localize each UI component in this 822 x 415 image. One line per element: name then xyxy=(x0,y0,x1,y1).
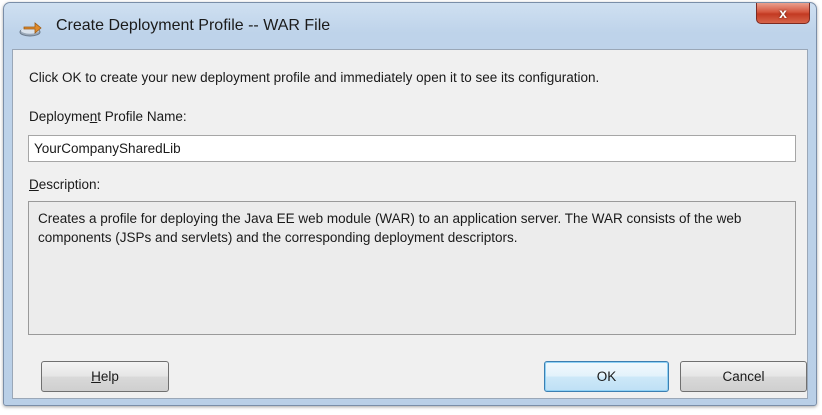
intro-text: Click OK to create your new deployment p… xyxy=(29,70,600,85)
profile-name-label: Deployment Profile Name: xyxy=(29,109,187,124)
description-text: Creates a profile for deploying the Java… xyxy=(28,201,796,335)
title-bar[interactable]: Create Deployment Profile -- WAR File x xyxy=(4,3,816,49)
dialog-window: Create Deployment Profile -- WAR File x … xyxy=(3,2,817,406)
window-title: Create Deployment Profile -- WAR File xyxy=(56,17,331,34)
close-button[interactable]: x xyxy=(756,3,810,24)
dialog-content: Click OK to create your new deployment p… xyxy=(12,49,808,399)
cancel-button[interactable]: Cancel xyxy=(680,361,807,392)
help-button[interactable]: Help xyxy=(41,361,169,392)
description-label: Description: xyxy=(29,177,101,192)
ok-button[interactable]: OK xyxy=(544,361,669,392)
deployment-profile-icon xyxy=(18,18,44,38)
profile-name-input[interactable] xyxy=(28,135,796,162)
close-icon: x xyxy=(779,5,787,21)
